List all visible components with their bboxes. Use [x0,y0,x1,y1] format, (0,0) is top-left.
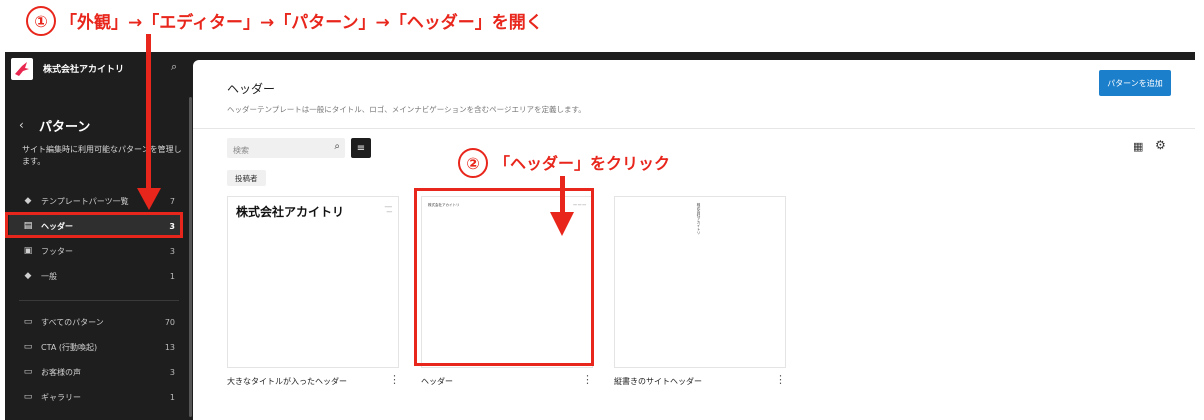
pattern-preview-title: 株式会社アカイトリ [236,205,345,219]
sidebar-item-label: ギャラリー [41,392,81,402]
author-filter-chip[interactable]: 投稿者 [227,170,266,186]
bird-logo-icon [15,62,29,76]
pattern-label: 縦書きのサイトヘッダー [614,377,702,386]
sidebar-category-gallery[interactable]: ▭ ギャラリー 1 [9,386,181,408]
more-options-icon[interactable]: ⋮ [582,373,593,386]
pattern-card-vertical[interactable]: 株式会社アカイトリ [614,196,786,368]
general-icon: ◆ [24,271,32,281]
sidebar-scrollbar[interactable] [189,97,192,417]
pattern-card-large-title[interactable]: 株式会社アカイトリ ━━━━ ━━━ [227,196,399,368]
sidebar-item-label: すべてのパターン [41,317,104,327]
step-1-marker: ① [26,6,56,36]
main-panel: ヘッダー ヘッダーテンプレートは一般にタイトル、ロゴ、メインナビゲーションを含む… [193,60,1195,420]
arrow-1-shaft [146,34,151,192]
folder-icon: ▭ [23,342,33,352]
sidebar-item-count: 1 [169,392,175,402]
page-title: ヘッダー [227,82,276,96]
more-options-icon[interactable]: ⋮ [389,373,400,386]
sidebar-title: パターン [39,120,91,135]
sidebar-item-label: CTA (行動喚起) [41,342,98,352]
sidebar-category-cta[interactable]: ▭ CTA (行動喚起) 13 [9,336,181,358]
sidebar-category-testimonials[interactable]: ▭ お客様の声 3 [9,361,181,383]
app-window: 株式会社アカイトリ ⌕ ‹ パターン サイト編集時に利用可能なパターンを管理しま… [5,52,1195,420]
folder-icon: ▭ [23,317,33,327]
add-pattern-button[interactable]: パターンを追加 [1099,70,1171,96]
sidebar-item-count: 70 [164,317,175,327]
sidebar-item-count: 3 [169,246,175,256]
folder-icon: ▭ [23,367,33,377]
pattern-label: 大きなタイトルが入ったヘッダー [227,377,347,386]
sidebar-item-footer[interactable]: ▣ フッター 3 [9,240,181,262]
sidebar-item-count: 3 [169,367,175,377]
back-chevron-icon[interactable]: ‹ [19,118,24,132]
sidebar-item-label: お客様の声 [41,367,81,377]
search-input[interactable] [227,140,325,161]
search-icon: ⌕ [334,141,340,152]
pattern-preview-nav: ━━━━ ━━━ [384,205,392,214]
step-2-marker: ② [458,148,488,178]
sidebar-item-general[interactable]: ◆ 一般 1 [9,265,181,287]
site-name[interactable]: 株式会社アカイトリ [43,62,124,75]
page-description: ヘッダーテンプレートは一般にタイトル、ロゴ、メインナビゲーションを含むページエリ… [227,105,586,114]
pattern-preview-title: 株式会社アカイトリ [697,203,701,235]
header-divider [193,128,1195,129]
footer-icon: ▣ [23,246,33,256]
sidebar-category-all[interactable]: ▭ すべてのパターン 70 [9,311,181,333]
sidebar-description: サイト編集時に利用可能なパターンを管理します。 [22,145,182,166]
pattern-label: ヘッダー [421,377,453,386]
grid-view-icon[interactable]: ▦ [1133,140,1143,153]
arrow-2-shaft [560,176,565,216]
search-icon[interactable]: ⌕ [171,60,177,74]
more-options-icon[interactable]: ⋮ [775,373,786,386]
sidebar-divider [19,300,179,301]
template-parts-icon: ◆ [24,196,32,206]
filter-button[interactable]: ≡ [351,138,371,158]
arrow-down-icon [137,188,161,210]
sidebar-item-label: 一般 [41,271,57,281]
filter-icon: ≡ [356,142,366,154]
sidebar-item-count: 1 [169,271,175,281]
gear-icon[interactable]: ⚙ [1155,138,1166,152]
step-1-instruction: 「外観」→「エディター」→「パターン」→「ヘッダー」を開く [60,13,543,33]
site-logo[interactable] [11,58,33,80]
sidebar-item-label: フッター [41,246,73,256]
search-field[interactable]: ⌕ [227,138,345,161]
arrow-down-icon [550,212,574,236]
step-2-instruction: 「ヘッダー」をクリック [494,154,671,173]
folder-icon: ▭ [23,392,33,402]
sidebar-item-count: 13 [164,342,175,352]
highlight-sidebar-header [5,212,183,238]
